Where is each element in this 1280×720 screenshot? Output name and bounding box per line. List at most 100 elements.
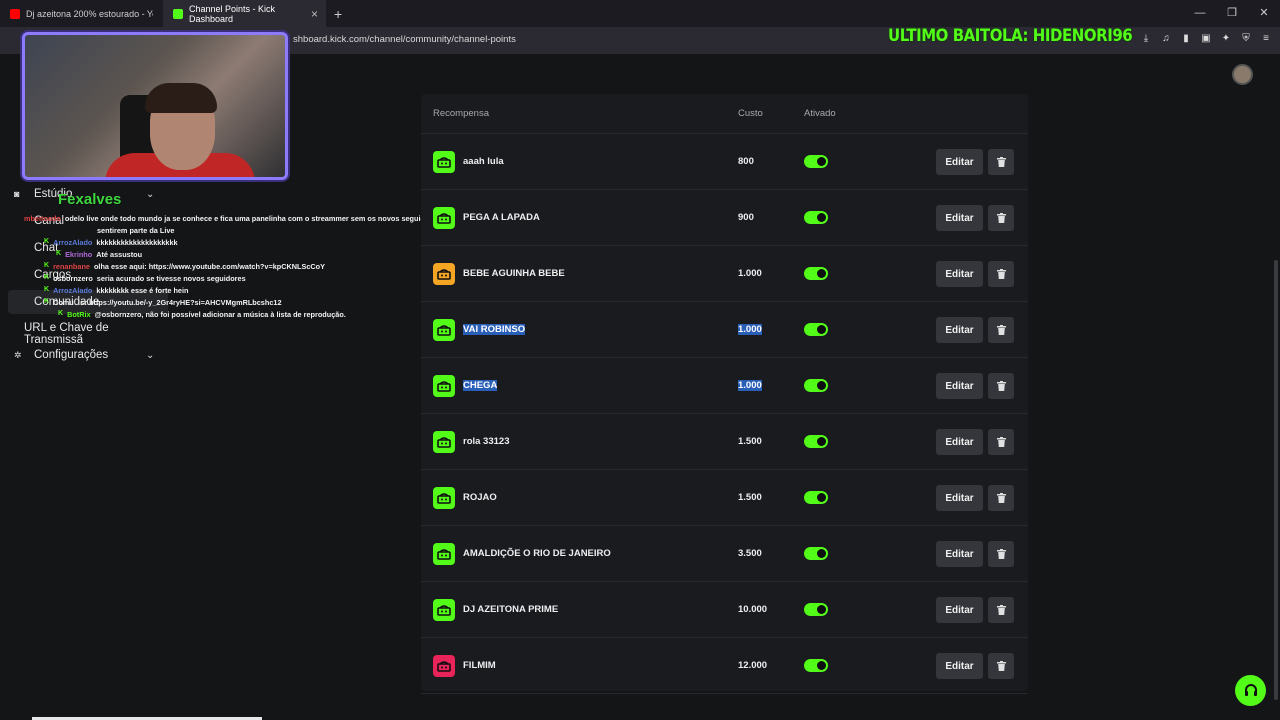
youtube-icon [10,8,20,19]
delete-button[interactable] [988,597,1014,623]
chat-msg: !sr https://youtu.be/-y_2Gr4ryHE?si=AHCV… [77,298,282,307]
menu-icon[interactable]: ≡ [1260,33,1272,45]
wallet-icon[interactable]: ▣ [1200,33,1212,45]
kick-icon: K [44,238,50,245]
reward-cost: 10.000 [738,604,768,615]
active-toggle[interactable] [804,435,828,448]
minimize-button[interactable]: — [1184,0,1216,27]
kick-icon [173,8,183,19]
column-header-cost: Custo [738,108,763,119]
gift-icon [437,437,451,448]
kick-icon: K [44,286,50,293]
url-input[interactable]: shboard.kick.com/channel/community/chann… [293,34,516,45]
edit-button[interactable]: Editar [936,205,983,231]
reward-name: ROJAO [463,492,497,503]
delete-button[interactable] [988,317,1014,343]
edit-button[interactable]: Editar [936,373,983,399]
reward-name: aaah lula [463,156,504,167]
delete-button[interactable] [988,261,1014,287]
edit-button[interactable]: Editar [936,149,983,175]
trash-icon [996,661,1006,671]
avatar[interactable] [1232,64,1253,85]
chat-line: mbeitoado odelo live onde todo mundo ja s… [24,214,451,223]
edit-button[interactable]: Editar [936,261,983,287]
active-toggle[interactable] [804,155,828,168]
webcam-overlay [22,32,288,180]
delete-button[interactable] [988,149,1014,175]
maximize-button[interactable]: ❐ [1216,0,1248,27]
reward-cost: 1.500 [738,436,762,447]
active-toggle[interactable] [804,659,828,672]
reward-cost: 900 [738,212,754,223]
extension-icon[interactable]: ✦ [1220,33,1232,45]
shield-icon[interactable]: ⛨ [1240,33,1252,45]
active-toggle[interactable] [804,379,828,392]
chat-msg: olha esse aqui: https://www.youtube.com/… [93,262,326,271]
table-row: PEGA A LAPADA 900 Editar [421,190,1028,246]
new-tab-icon[interactable]: + [334,6,342,22]
delete-button[interactable] [988,429,1014,455]
tab-kick-dashboard[interactable]: Channel Points - Kick Dashboard × [163,0,326,27]
delete-button[interactable] [988,653,1014,679]
reward-icon [433,487,455,509]
chat-user: renanbane [53,262,90,271]
delete-button[interactable] [988,205,1014,231]
tab-label: Dj azeitona 200% estourado - YouTube [26,8,153,19]
active-toggle[interactable] [804,323,828,336]
chat-user: BotRix [67,310,91,319]
reward-icon [433,263,455,285]
sidebar-icon[interactable]: ▮ [1180,33,1192,45]
chat-user: osbornzero [53,274,93,283]
active-toggle[interactable] [804,603,828,616]
chat-line: Krenanbane olha esse aqui: https://www.yo… [44,262,325,271]
delete-button[interactable] [988,373,1014,399]
chat-msg: seria acurado se tivesse novos seguidore… [96,274,246,283]
sidebar-item-url-chave[interactable]: URL e Chave de Transmissã [24,322,170,346]
webcam-hair [145,83,217,113]
reward-name: AMALDIÇÕE O RIO DE JANEIRO [463,548,611,559]
sidebar-item-label: Configurações [34,349,109,361]
close-icon[interactable]: × [311,7,318,21]
reward-cost: 1.000 [738,268,762,279]
chat-line: K ArrozAlado kkkkkkkk esse é forte hein [44,286,188,295]
scrollbar[interactable] [1274,260,1278,700]
edit-button[interactable]: Editar [936,597,983,623]
delete-button[interactable] [988,485,1014,511]
gift-icon [437,269,451,280]
tab-youtube[interactable]: Dj azeitona 200% estourado - YouTube [0,0,163,27]
chat-msg: kkkkkkkk esse é forte hein [96,286,189,295]
channel-points-table: Recompensa Custo Ativado aaah lula 800 Edi… [421,94,1028,694]
table-row: DJ AZEITONA PRIME 10.000 Editar [421,582,1028,638]
gift-icon [437,157,451,168]
download-icon[interactable]: ⤓ [1140,33,1152,45]
edit-button[interactable]: Editar [936,485,983,511]
table-row: VAI ROBINSO 1.000 Editar [421,302,1028,358]
help-button[interactable] [1235,675,1266,706]
gift-icon [437,381,451,392]
edit-button[interactable]: Editar [936,541,983,567]
edit-button[interactable]: Editar [936,429,983,455]
headset-icon [1244,683,1257,696]
table-row: ROJAO 1.500 Editar [421,470,1028,526]
sidebar-item-configuracoes[interactable]: ✲ Configurações ⌄ [14,349,154,361]
edit-button[interactable]: Editar [936,317,983,343]
music-icon[interactable]: ♫ [1160,33,1172,45]
reward-icon [433,207,455,229]
camera-icon: ◙ [14,189,20,199]
reward-name: DJ AZEITONA PRIME [463,604,559,615]
delete-button[interactable] [988,541,1014,567]
column-header-reward: Recompensa [433,108,489,119]
active-toggle[interactable] [804,211,828,224]
edit-button[interactable]: Editar [936,653,983,679]
kick-icon: K [58,310,64,317]
chat-user: Ekrinho [65,250,93,259]
active-toggle[interactable] [804,267,828,280]
active-toggle[interactable] [804,491,828,504]
table-row: aaah lula 800 Editar [421,134,1028,190]
reward-cost: 1.000 [738,324,762,335]
close-window-button[interactable]: ✕ [1248,0,1280,27]
reward-cost: 1.500 [738,492,762,503]
active-toggle[interactable] [804,547,828,560]
table-row: rola 33123 1.500 Editar [421,414,1028,470]
reward-name: BEBE AGUINHA BEBE [463,268,565,279]
